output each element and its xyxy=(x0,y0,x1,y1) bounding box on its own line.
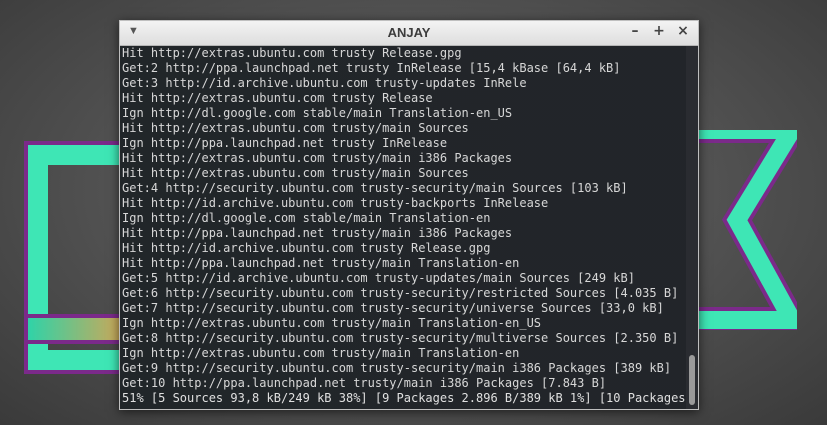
terminal-output[interactable]: Hit http://extras.ubuntu.com trusty Rele… xyxy=(120,46,686,409)
maximize-icon[interactable]: + xyxy=(652,23,666,39)
terminal-line: Get:3 http://id.archive.ubuntu.com trust… xyxy=(122,76,527,90)
terminal-line: Ign http://extras.ubuntu.com trusty/main… xyxy=(122,346,520,360)
terminal-line: Get:6 http://security.ubuntu.com trusty-… xyxy=(122,286,679,300)
terminal-line: Hit http://ppa.launchpad.net trusty/main… xyxy=(122,256,520,270)
terminal-window: ▼ ANJAY – + × Hit http://extras.ubuntu.c… xyxy=(119,20,699,410)
terminal-line: Get:2 http://ppa.launchpad.net trusty In… xyxy=(122,61,621,75)
title-bar[interactable]: ▼ ANJAY – + × xyxy=(120,21,698,46)
terminal-line: Ign http://extras.ubuntu.com trusty/main… xyxy=(122,316,542,330)
window-controls: – + × xyxy=(628,23,690,39)
terminal-line: Get:4 http://security.ubuntu.com trusty-… xyxy=(122,181,628,195)
terminal-line: Hit http://extras.ubuntu.com trusty/main… xyxy=(122,166,469,180)
scrollbar-thumb[interactable] xyxy=(689,355,695,405)
terminal-line: Hit http://extras.ubuntu.com trusty Rele… xyxy=(122,46,462,60)
terminal-line: Get:10 http://ppa.launchpad.net trusty/m… xyxy=(122,376,607,390)
terminal-line: Hit http://extras.ubuntu.com trusty/main… xyxy=(122,121,469,135)
terminal-line: Get:7 http://security.ubuntu.com trusty-… xyxy=(122,301,664,315)
terminal-line: Ign http://dl.google.com stable/main Tra… xyxy=(122,106,513,120)
minimize-icon[interactable]: – xyxy=(628,23,642,39)
progress-status-line: 51% [5 Sources 93,8 kB/249 kB 38%] [9 Pa… xyxy=(120,391,686,406)
terminal-line: Hit http://id.archive.ubuntu.com trusty … xyxy=(122,241,491,255)
terminal-line: Hit http://extras.ubuntu.com trusty/main… xyxy=(122,151,513,165)
terminal-line: Hit http://extras.ubuntu.com trusty Rele… xyxy=(122,91,433,105)
close-icon[interactable]: × xyxy=(676,23,690,39)
terminal-line: Get:8 http://security.ubuntu.com trusty-… xyxy=(122,331,679,345)
window-title: ANJAY xyxy=(387,25,431,40)
terminal-line: Ign http://ppa.launchpad.net trusty InRe… xyxy=(122,136,448,150)
wallpaper-shape-right xyxy=(697,130,797,330)
terminal-line: Get:9 http://security.ubuntu.com trusty-… xyxy=(122,361,672,375)
terminal-line: Hit http://id.archive.ubuntu.com trusty-… xyxy=(122,196,549,210)
terminal-line: Hit http://ppa.launchpad.net trusty/main… xyxy=(122,226,513,240)
terminal-line: Ign http://dl.google.com stable/main Tra… xyxy=(122,211,491,225)
progress-status-text: 51% [5 Sources 93,8 kB/249 kB 38%] [9 Pa… xyxy=(122,391,686,405)
terminal-line: Get:5 http://id.archive.ubuntu.com trust… xyxy=(122,271,635,285)
scrollbar[interactable] xyxy=(686,46,698,409)
